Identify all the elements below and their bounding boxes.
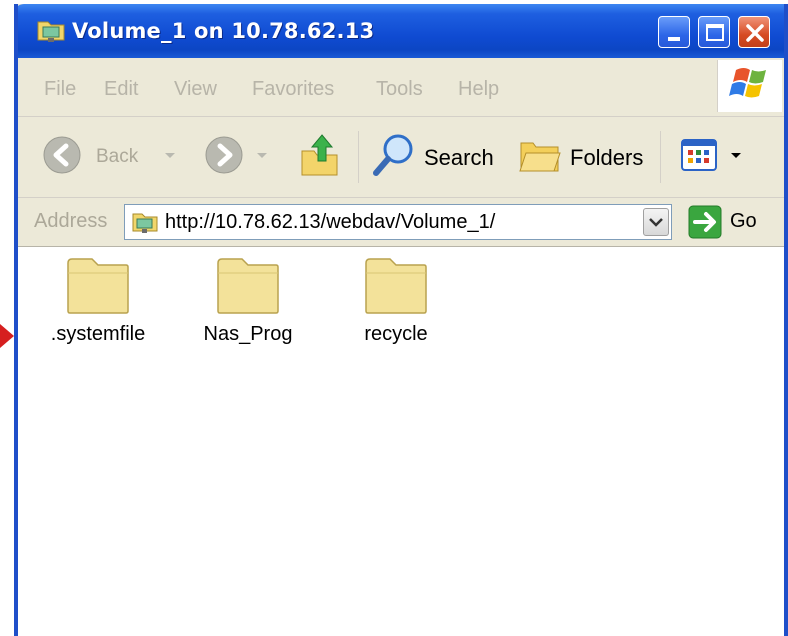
search-label[interactable]: Search: [424, 145, 494, 171]
chevron-down-icon: [649, 218, 663, 227]
address-input[interactable]: http://10.78.62.13/webdav/Volume_1/: [124, 204, 672, 240]
menu-help[interactable]: Help: [458, 78, 499, 101]
up-folder-icon[interactable]: [298, 131, 342, 179]
address-label: Address: [34, 210, 108, 232]
menu-edit[interactable]: Edit: [104, 78, 138, 101]
folder-icon: [217, 258, 279, 314]
windows-logo: [717, 60, 782, 112]
menu-file[interactable]: File: [44, 78, 76, 101]
address-bar: Address http://10.78.62.13/webdav/Volume…: [18, 198, 784, 247]
back-dropdown-icon[interactable]: [164, 151, 176, 161]
title-bar[interactable]: Volume_1 on 10.78.62.13: [18, 4, 784, 58]
back-arrow-icon[interactable]: [42, 135, 82, 175]
search-icon[interactable]: [370, 131, 416, 179]
maximize-icon: [706, 24, 724, 41]
minimize-button[interactable]: [658, 16, 690, 48]
folder-label: .systemfile: [50, 323, 146, 345]
forward-arrow-icon[interactable]: [204, 135, 244, 175]
toolbar-separator-2: [660, 131, 661, 183]
network-folder-icon: [132, 213, 158, 233]
maximize-button[interactable]: [698, 16, 730, 48]
folder-icon: [365, 258, 427, 314]
network-folder-icon: [37, 21, 65, 42]
close-button[interactable]: [738, 16, 770, 48]
folder-item-systemfile[interactable]: .systemfile: [28, 257, 168, 346]
folder-label: Nas_Prog: [203, 323, 293, 345]
menu-favorites[interactable]: Favorites: [252, 78, 334, 101]
close-icon: [746, 24, 764, 42]
views-dropdown-icon[interactable]: [730, 151, 742, 161]
folders-icon[interactable]: [518, 133, 564, 177]
folder-item-recycle[interactable]: recycle: [326, 257, 466, 346]
go-label[interactable]: Go: [730, 210, 757, 233]
views-icon[interactable]: [680, 137, 720, 175]
go-arrow-icon[interactable]: [688, 205, 722, 239]
folder-icon: [67, 258, 129, 314]
toolbar-separator: [358, 131, 359, 183]
menu-tools[interactable]: Tools: [376, 78, 423, 101]
menu-view[interactable]: View: [174, 78, 217, 101]
windows-flag-icon: [729, 68, 766, 98]
folders-label[interactable]: Folders: [570, 145, 643, 171]
window-title: Volume_1 on 10.78.62.13: [72, 19, 375, 43]
back-label[interactable]: Back: [96, 146, 138, 168]
forward-dropdown-icon[interactable]: [256, 151, 268, 161]
minimize-icon: [668, 37, 680, 41]
address-dropdown-button[interactable]: [643, 208, 669, 236]
explorer-window: Volume_1 on 10.78.62.13 File Edit View F…: [14, 4, 788, 636]
file-list: .systemfile Nas_Prog recycle: [18, 247, 784, 636]
address-url: http://10.78.62.13/webdav/Volume_1/: [165, 211, 496, 233]
pointer-arrow-icon: [0, 324, 14, 348]
menu-bar: File Edit View Favorites Tools Help: [18, 58, 784, 117]
folder-label: recycle: [364, 323, 428, 345]
folder-item-nas-prog[interactable]: Nas_Prog: [178, 257, 318, 346]
toolbar: Back Search Folders: [18, 117, 784, 198]
